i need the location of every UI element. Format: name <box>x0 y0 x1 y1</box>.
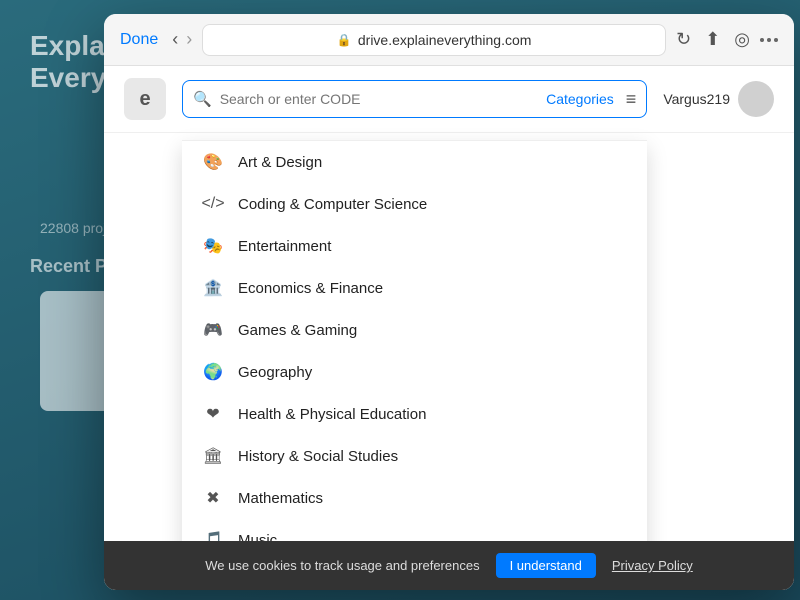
forward-arrow[interactable]: › <box>186 29 192 50</box>
dropdown-item-health-pe[interactable]: ❤ Health & Physical Education <box>182 393 647 435</box>
dot-1 <box>760 38 764 42</box>
dropdown-item-geography[interactable]: 🌍 Geography <box>182 351 647 393</box>
cookie-banner: We use cookies to track usage and prefer… <box>104 541 794 590</box>
entertainment-icon: 🎭 <box>202 235 224 257</box>
dropdown-item-coding-cs[interactable]: </> Coding & Computer Science <box>182 183 647 225</box>
dropdown-item-art-design[interactable]: 🎨 Art & Design <box>182 141 647 183</box>
understand-button[interactable]: I understand <box>496 553 596 578</box>
geography-label: Geography <box>238 364 312 381</box>
nav-arrows: ‹ › <box>172 29 192 50</box>
geography-icon: 🌍 <box>202 361 224 383</box>
history-social-icon: 🏛 <box>202 445 224 467</box>
art-design-label: Art & Design <box>238 154 322 171</box>
entertainment-label: Entertainment <box>238 238 331 255</box>
dot-2 <box>767 38 771 42</box>
art-design-icon: 🎨 <box>202 151 224 173</box>
search-container: 🔍 Categories ≡ 🎨Art & Design</>Coding & … <box>182 80 647 118</box>
dropdown-item-games-gaming[interactable]: 🎮 Games & Gaming <box>182 309 647 351</box>
search-bar[interactable]: 🔍 Categories ≡ <box>182 80 647 118</box>
back-arrow[interactable]: ‹ <box>172 29 178 50</box>
health-pe-icon: ❤ <box>202 403 224 425</box>
economics-finance-icon: 🏦 <box>202 277 224 299</box>
privacy-policy-link[interactable]: Privacy Policy <box>612 558 693 573</box>
username-label: Vargus219 <box>663 91 730 107</box>
search-icon: 🔍 <box>193 90 212 108</box>
reload-button[interactable]: ↻ <box>676 29 691 50</box>
browser-actions: ↻ ⬆ ◎ <box>676 29 750 50</box>
done-button[interactable]: Done <box>120 31 158 49</box>
user-avatar[interactable] <box>738 81 774 117</box>
mathematics-label: Mathematics <box>238 490 323 507</box>
page-content: e 🔍 Categories ≡ 🎨Art & Design</>Coding … <box>104 66 794 590</box>
games-gaming-icon: 🎮 <box>202 319 224 341</box>
dropdown-item-entertainment[interactable]: 🎭 Entertainment <box>182 225 647 267</box>
search-input[interactable] <box>220 91 538 107</box>
dropdown-item-mathematics[interactable]: ✖ Mathematics <box>182 477 647 519</box>
user-area: Vargus219 <box>663 81 774 117</box>
lock-icon: 🔒 <box>337 33 352 47</box>
compass-button[interactable]: ◎ <box>734 29 750 50</box>
economics-finance-label: Economics & Finance <box>238 280 383 297</box>
share-button[interactable]: ⬆ <box>705 29 720 50</box>
dropdown-item-history-social[interactable]: 🏛 History & Social Studies <box>182 435 647 477</box>
health-pe-label: Health & Physical Education <box>238 406 426 423</box>
dot-3 <box>774 38 778 42</box>
address-bar[interactable]: 🔒 drive.explaineverything.com <box>202 24 666 56</box>
coding-cs-icon: </> <box>202 193 224 215</box>
hamburger-button[interactable]: ≡ <box>626 89 637 110</box>
app-header: e 🔍 Categories ≡ 🎨Art & Design</>Coding … <box>104 66 794 133</box>
games-gaming-label: Games & Gaming <box>238 322 357 339</box>
browser-topbar: Done ‹ › 🔒 drive.explaineverything.com ↻… <box>104 14 794 66</box>
dropdown-item-economics-finance[interactable]: 🏦 Economics & Finance <box>182 267 647 309</box>
browser-window: Done ‹ › 🔒 drive.explaineverything.com ↻… <box>104 14 794 590</box>
address-text: drive.explaineverything.com <box>358 32 532 48</box>
cookie-text: We use cookies to track usage and prefer… <box>205 558 479 573</box>
categories-dropdown: 🎨 Art & Design </> Coding & Computer Scienc… <box>182 140 647 590</box>
categories-button[interactable]: Categories <box>546 91 614 107</box>
app-logo: e <box>124 78 166 120</box>
more-menu[interactable] <box>760 38 778 42</box>
logo-letter: e <box>139 88 150 111</box>
coding-cs-label: Coding & Computer Science <box>238 196 427 213</box>
history-social-label: History & Social Studies <box>238 448 398 465</box>
mathematics-icon: ✖ <box>202 487 224 509</box>
